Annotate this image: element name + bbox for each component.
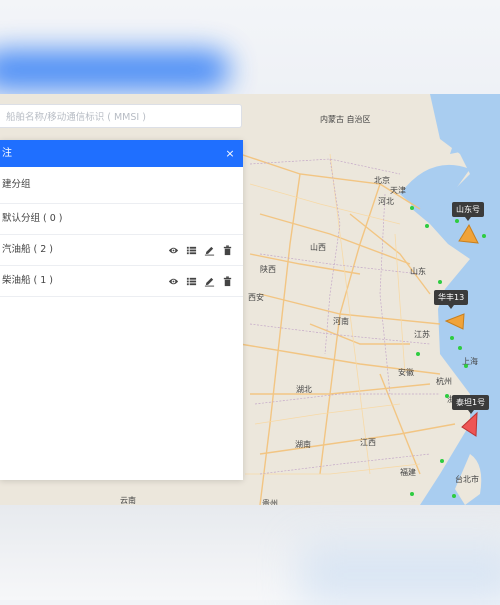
ship-label[interactable]: 华丰13 [434,290,469,309]
eye-icon[interactable] [168,245,179,256]
blurred-header [0,0,500,94]
city-label: 北京 [374,176,390,185]
group-label: 柴油船 ( 1 ) [2,275,54,286]
create-group-label: 建分组 [2,179,31,190]
vessel-marker[interactable] [482,234,486,238]
list-icon[interactable] [186,276,197,287]
city-label: 安徽 [398,368,414,377]
vessel-marker[interactable] [452,494,456,498]
city-label: 台北市 [455,475,479,484]
delete-icon[interactable] [222,275,233,287]
group-label: 默认分组 ( 0 ) [2,213,63,224]
vessel-marker[interactable] [450,336,454,340]
city-label: 杭州 [436,377,452,386]
vessel-marker[interactable] [416,352,420,356]
vessel-marker[interactable] [410,206,414,210]
city-label: 山西 [310,243,326,252]
city-label: 山东 [410,267,426,276]
group-label: 汽油船 ( 2 ) [2,244,54,255]
city-label: 西安 [248,293,264,302]
city-label: 河南 [333,317,349,326]
vessel-marker[interactable] [445,394,449,398]
create-group-button[interactable]: 建分组 [0,167,243,204]
ship-search-box[interactable] [0,104,242,129]
city-label: 天津 [390,186,406,195]
vessel-marker[interactable] [458,346,462,350]
vessel-marker[interactable] [455,219,459,223]
group-row[interactable]: 汽油船 ( 2 ) [0,235,243,266]
eye-icon[interactable] [168,276,179,287]
city-label: 江苏 [414,330,430,339]
city-label: 贵州 [262,499,278,505]
group-row[interactable]: 默认分组 ( 0 ) [0,204,243,235]
city-label: 湖南 [295,440,311,449]
delete-icon[interactable] [222,244,233,256]
vessel-marker[interactable] [410,492,414,496]
edit-icon[interactable] [204,245,215,256]
city-label: 福建 [400,468,416,477]
city-label: 陕西 [260,265,276,274]
vessel-marker[interactable] [438,280,442,284]
panel-title: 注 [2,148,12,159]
city-label: 内蒙古 自治区 [320,115,371,124]
vessel-marker[interactable] [425,224,429,228]
ship-label[interactable]: 山东号 [452,202,484,221]
city-label: 江西 [360,438,376,447]
close-icon[interactable]: × [223,140,237,167]
vessel-marker[interactable] [464,364,468,368]
list-icon[interactable] [186,245,197,256]
vessel-marker[interactable] [440,459,444,463]
city-label: 河北 [378,197,394,206]
city-label: 湖北 [296,385,312,394]
blurred-footer [0,505,500,605]
city-label: 云南 [120,496,136,505]
ship-label[interactable]: 泰坦1号 [452,395,490,414]
ship-search-input[interactable] [0,106,241,129]
group-row[interactable]: 柴油船 ( 1 ) [0,266,243,297]
panel-header: 注 × [0,140,243,167]
group-panel: 注 × 建分组 默认分组 ( 0 ) 汽油船 ( 2 ) 柴油船 ( 1 ) [0,140,243,480]
edit-icon[interactable] [204,276,215,287]
